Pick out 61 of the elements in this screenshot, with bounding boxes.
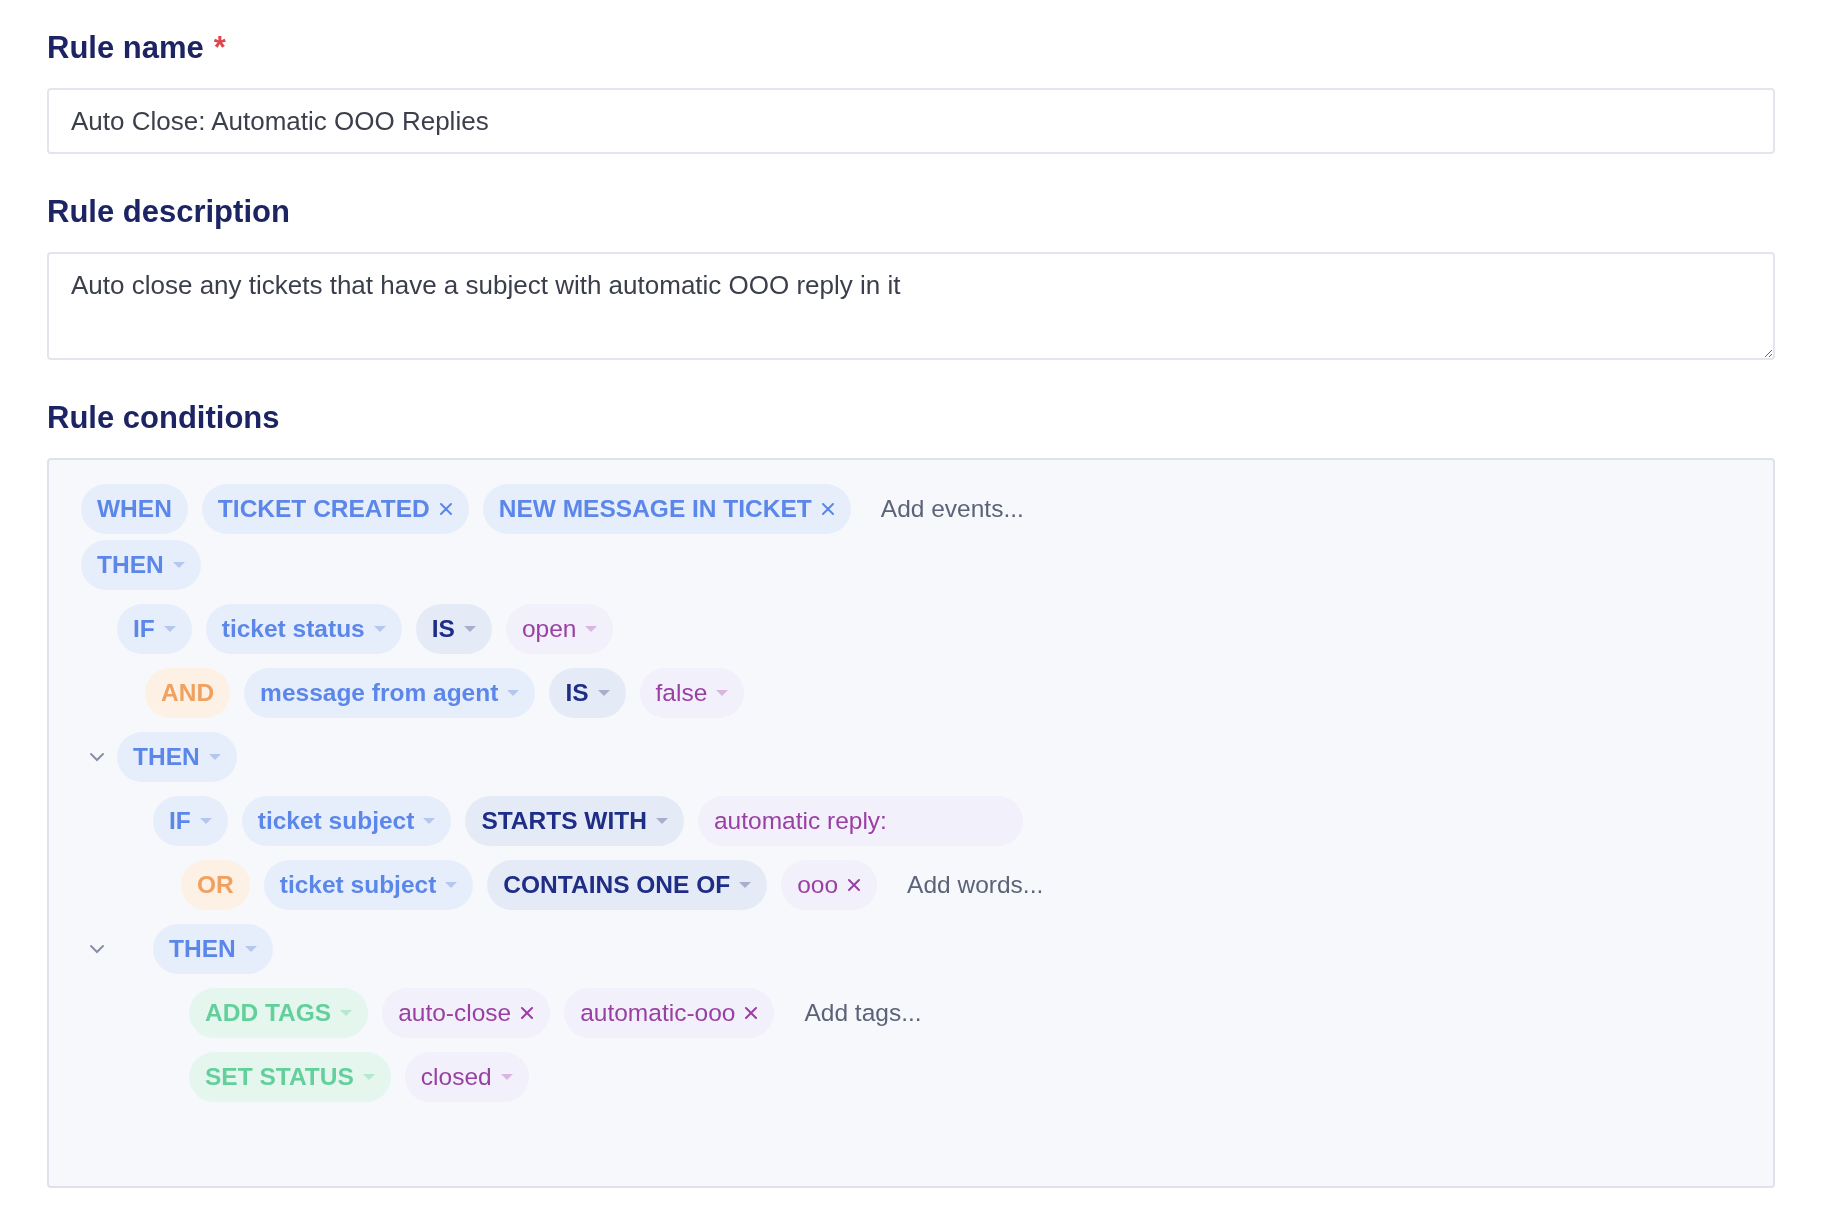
remove-icon[interactable] xyxy=(847,878,862,892)
value-chip[interactable]: open xyxy=(505,604,614,654)
field-chip[interactable]: ticket subject xyxy=(241,796,452,846)
rule-description-field[interactable]: Auto close any tickets that have a subject with automatic OOO reply in it xyxy=(47,252,1775,360)
value-chip[interactable]: ooo xyxy=(781,860,878,910)
tag-input-field[interactable]: Add tags... xyxy=(788,988,1001,1038)
remove-icon[interactable] xyxy=(520,1006,535,1020)
field-chip[interactable]: NEW MESSAGE IN TICKET xyxy=(482,484,851,534)
caret-icon[interactable] xyxy=(716,689,729,697)
rule-name-field[interactable]: Auto Close: Automatic OOO Replies xyxy=(47,88,1775,154)
keyword-chip[interactable]: THEN xyxy=(117,732,237,782)
field-label: Rule description xyxy=(47,194,290,230)
remove-icon[interactable] xyxy=(820,502,835,516)
remove-icon[interactable] xyxy=(744,1006,759,1020)
value-chip[interactable]: false xyxy=(639,668,745,718)
caret-icon[interactable] xyxy=(163,625,176,633)
keyword-chip[interactable]: WHEN xyxy=(81,484,188,534)
value-chip[interactable]: auto-close xyxy=(382,988,551,1038)
caret-icon[interactable] xyxy=(172,561,185,569)
caret-icon[interactable] xyxy=(463,625,476,633)
remove-icon[interactable] xyxy=(438,502,453,516)
caret-icon[interactable] xyxy=(655,817,668,825)
tag-input-field[interactable]: Add events... xyxy=(864,484,1077,534)
caret-icon[interactable] xyxy=(739,881,752,889)
keyword-chip[interactable]: THEN xyxy=(81,540,201,590)
operator-chip[interactable]: IS xyxy=(415,604,492,654)
caret-icon[interactable] xyxy=(585,625,598,633)
caret-icon[interactable] xyxy=(597,689,610,697)
chevron-icon[interactable] xyxy=(89,752,105,762)
field-label: Rule name xyxy=(47,30,204,66)
required-mark: * xyxy=(213,30,226,66)
field-chip[interactable]: ticket status xyxy=(205,604,402,654)
caret-icon[interactable] xyxy=(199,817,212,825)
operator-chip[interactable]: STARTS WITH xyxy=(465,796,684,846)
action-chip[interactable]: ADD TAGS xyxy=(189,988,369,1038)
caret-icon[interactable] xyxy=(340,1009,353,1017)
field-chip[interactable]: TICKET CREATED xyxy=(201,484,469,534)
keyword-chip[interactable]: IF xyxy=(117,604,192,654)
field-chip[interactable]: message from agent xyxy=(244,668,536,718)
value-chip[interactable]: automatic-ooo xyxy=(564,988,775,1038)
value-chip[interactable]: closed xyxy=(404,1052,529,1102)
caret-icon[interactable] xyxy=(208,753,221,761)
keyword-chip[interactable]: IF xyxy=(153,796,228,846)
connector-chip[interactable]: AND xyxy=(145,668,231,718)
caret-icon[interactable] xyxy=(507,689,520,697)
field-label: Rule conditions xyxy=(47,400,280,436)
field-chip[interactable]: ticket subject xyxy=(263,860,474,910)
caret-icon[interactable] xyxy=(362,1073,375,1081)
caret-icon[interactable] xyxy=(373,625,386,633)
connector-chip[interactable]: OR xyxy=(181,860,250,910)
action-chip[interactable]: SET STATUS xyxy=(189,1052,391,1102)
chevron-icon[interactable] xyxy=(89,944,105,954)
caret-icon[interactable] xyxy=(500,1073,513,1081)
value-field[interactable]: automatic reply: xyxy=(697,796,1023,846)
caret-icon[interactable] xyxy=(423,817,436,825)
caret-icon[interactable] xyxy=(244,945,257,953)
caret-icon[interactable] xyxy=(445,881,458,889)
tag-input-field[interactable]: Add words... xyxy=(891,860,1104,910)
operator-chip[interactable]: IS xyxy=(549,668,626,718)
keyword-chip[interactable]: THEN xyxy=(153,924,273,974)
operator-chip[interactable]: CONTAINS ONE OF xyxy=(487,860,768,910)
